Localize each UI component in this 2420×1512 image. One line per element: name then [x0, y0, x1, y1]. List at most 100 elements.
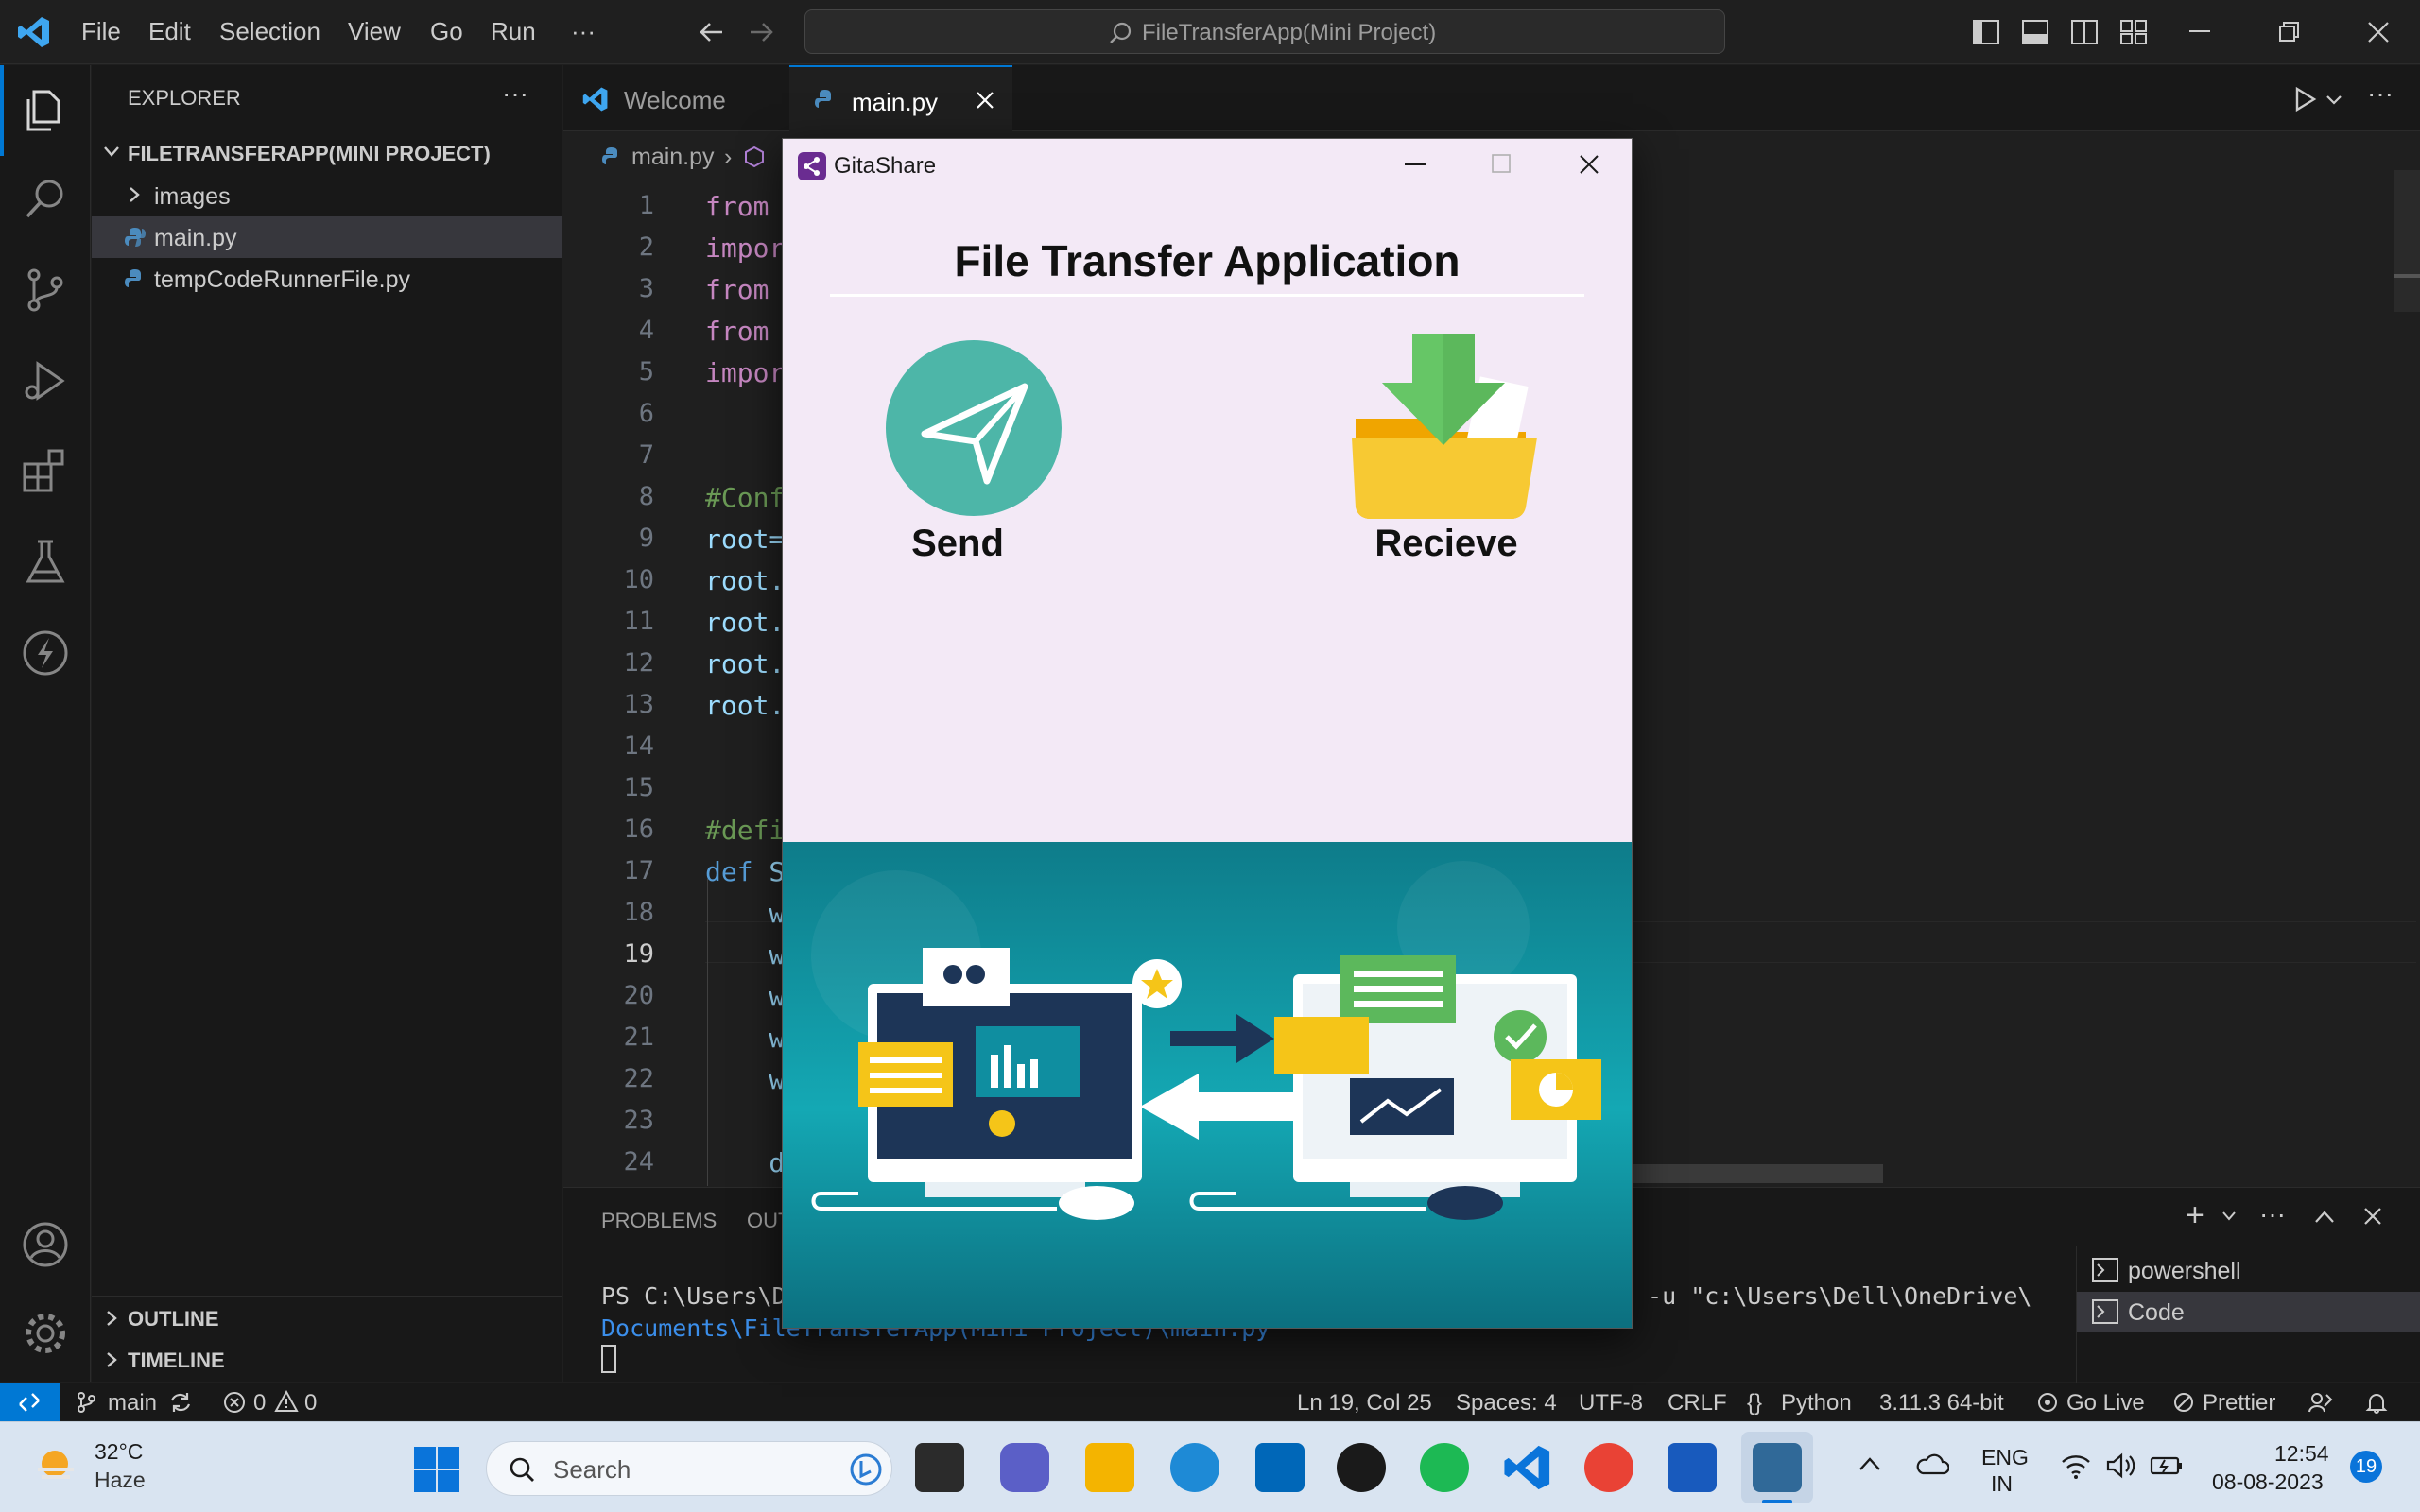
source-control-icon[interactable] — [21, 266, 70, 315]
teams-chat-icon[interactable] — [1000, 1443, 1049, 1492]
remote-indicator[interactable] — [0, 1383, 60, 1421]
clock-date[interactable]: 08-08-2023 — [2212, 1469, 2324, 1495]
testing-flask-icon[interactable] — [21, 538, 70, 587]
panel-more-icon[interactable]: ··· — [2259, 1199, 2286, 1229]
minimize-icon[interactable] — [2189, 30, 2210, 34]
lightning-icon[interactable] — [21, 628, 70, 678]
menu-run[interactable]: Run — [491, 17, 536, 46]
toggle-panel-icon[interactable] — [2021, 19, 2049, 45]
error-icon[interactable] — [223, 1391, 246, 1414]
ms-store-icon[interactable] — [1255, 1443, 1305, 1492]
timeline-section[interactable]: TIMELINE — [92, 1340, 562, 1382]
gitashare-window[interactable]: GitaShare File Transfer Application Send — [782, 138, 1633, 1329]
customize-layout-icon[interactable] — [2119, 19, 2148, 45]
go-live[interactable]: Go Live — [2066, 1390, 2145, 1417]
line-endings[interactable]: CRLF — [1668, 1390, 1727, 1417]
task-view-icon[interactable] — [915, 1443, 964, 1492]
toggle-secondary-sidebar-icon[interactable] — [2070, 19, 2099, 45]
terminal-list-powershell[interactable]: powershell — [2077, 1250, 2420, 1290]
editor-more-icon[interactable]: ··· — [2367, 78, 2394, 109]
indentation[interactable]: Spaces: 4 — [1456, 1390, 1557, 1417]
new-terminal-icon[interactable]: + — [2186, 1197, 2204, 1234]
onedrive-icon[interactable] — [1915, 1452, 1949, 1475]
menu-go[interactable]: Go — [430, 17, 463, 46]
dell-icon[interactable] — [1337, 1443, 1386, 1492]
vscode-taskbar-icon[interactable] — [1503, 1443, 1552, 1492]
search-icon[interactable] — [21, 175, 70, 224]
run-python-icon[interactable] — [2291, 86, 2318, 112]
lang-top[interactable]: ENG — [1981, 1445, 2029, 1470]
vertical-scrollbar[interactable] — [2394, 170, 2420, 312]
send-button[interactable] — [885, 339, 1063, 517]
project-folder[interactable]: FILETRANSFERAPP(MINI PROJECT) — [92, 133, 562, 175]
vscode-logo-icon[interactable] — [17, 15, 51, 49]
tab-welcome[interactable]: Welcome — [563, 65, 788, 131]
terminal-list-code[interactable]: Code — [2077, 1292, 2420, 1332]
chevron-down-icon[interactable] — [2325, 94, 2342, 107]
battery-icon[interactable] — [2150, 1454, 2184, 1477]
wifi-icon[interactable] — [2061, 1452, 2091, 1479]
vscode-logo-icon — [582, 86, 609, 112]
outline-section[interactable]: OUTLINE — [92, 1298, 562, 1340]
volume-icon[interactable] — [2106, 1452, 2136, 1479]
back-arrow-icon[interactable] — [698, 19, 726, 45]
explorer-more-icon[interactable]: ··· — [502, 78, 528, 109]
line-number: 15 — [623, 773, 654, 802]
edge-icon[interactable] — [1170, 1443, 1219, 1492]
bell-icon[interactable] — [2365, 1391, 2388, 1414]
explorer-icon[interactable] — [21, 86, 70, 135]
restore-icon[interactable] — [2278, 21, 2301, 43]
tree-item-tempcoderunner[interactable]: tempCodeRunnerFile.py — [92, 258, 562, 300]
menu-more[interactable]: ··· — [571, 17, 596, 46]
sync-icon[interactable] — [168, 1391, 193, 1414]
file-explorer-icon[interactable] — [1085, 1443, 1134, 1492]
lang-bottom[interactable]: IN — [1991, 1471, 2013, 1497]
git-branch[interactable]: main — [108, 1390, 157, 1417]
receive-button[interactable] — [1350, 334, 1543, 523]
spotify-icon[interactable] — [1420, 1443, 1469, 1492]
command-center-search[interactable]: FileTransferApp(Mini Project) — [804, 9, 1725, 54]
menu-selection[interactable]: Selection — [219, 17, 320, 46]
accounts-icon[interactable] — [21, 1220, 70, 1269]
prettier[interactable]: Prettier — [2203, 1390, 2275, 1417]
word-icon[interactable] — [1668, 1443, 1717, 1492]
toggle-sidebar-icon[interactable] — [1972, 19, 2000, 45]
terminal-icon — [2092, 1258, 2118, 1282]
breadcrumb-file[interactable]: main.py — [631, 144, 715, 171]
extensions-icon[interactable] — [21, 447, 70, 496]
chevron-down-icon[interactable] — [2221, 1211, 2237, 1222]
close-panel-icon[interactable] — [2363, 1207, 2382, 1226]
feedback-icon[interactable] — [2308, 1391, 2333, 1414]
encoding[interactable]: UTF-8 — [1579, 1390, 1643, 1417]
windows-start-icon[interactable] — [414, 1447, 459, 1492]
cursor-position[interactable]: Ln 19, Col 25 — [1297, 1390, 1432, 1417]
forward-arrow-icon[interactable] — [747, 19, 775, 45]
maximize-icon[interactable] — [1492, 154, 1511, 173]
run-debug-icon[interactable] — [21, 356, 70, 405]
notification-badge[interactable]: 19 — [2350, 1451, 2382, 1483]
taskbar-search[interactable]: Search — [486, 1441, 892, 1496]
gitashare-titlebar[interactable]: GitaShare — [783, 139, 1632, 192]
chevron-right-icon — [101, 1308, 122, 1329]
close-tab-icon[interactable] — [975, 90, 995, 111]
menu-edit[interactable]: Edit — [148, 17, 191, 46]
tab-problems[interactable]: PROBLEMS — [601, 1209, 717, 1233]
python-app-active[interactable] — [1741, 1432, 1813, 1503]
clock-time[interactable]: 12:54 — [2274, 1441, 2329, 1467]
chevron-up-icon[interactable] — [1858, 1456, 1881, 1471]
chrome-icon[interactable] — [1584, 1443, 1634, 1492]
weather-widget[interactable]: 32°C Haze — [17, 1437, 244, 1498]
python-interpreter[interactable]: 3.11.3 64-bit — [1879, 1390, 2004, 1417]
close-icon[interactable] — [1579, 154, 1599, 175]
tab-main-py[interactable]: main.py — [789, 65, 1012, 131]
maximize-panel-icon[interactable] — [2314, 1209, 2335, 1224]
tree-item-images[interactable]: images — [92, 175, 562, 216]
settings-gear-icon[interactable] — [21, 1309, 70, 1358]
tree-item-main-py[interactable]: main.py — [92, 216, 562, 258]
language-mode[interactable]: Python — [1781, 1390, 1852, 1417]
close-window-icon[interactable] — [2367, 21, 2390, 43]
warning-icon[interactable] — [274, 1390, 299, 1413]
menu-view[interactable]: View — [348, 17, 401, 46]
menu-file[interactable]: File — [81, 17, 121, 46]
minimize-icon[interactable] — [1405, 163, 1426, 167]
